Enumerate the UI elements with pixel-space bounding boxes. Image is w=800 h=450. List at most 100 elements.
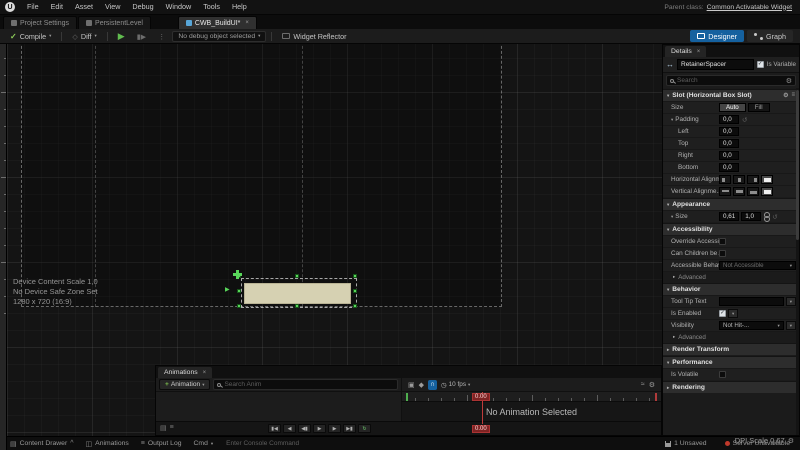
padding-input[interactable]: 0,0	[719, 115, 739, 124]
menu-file[interactable]: File	[21, 0, 45, 14]
widget-reflector-button[interactable]: Widget Reflector	[277, 31, 351, 42]
menu-edit[interactable]: Edit	[45, 0, 69, 14]
unreal-logo-icon[interactable]: U	[5, 2, 15, 12]
valign-bottom-button[interactable]	[747, 187, 759, 196]
halign-right-button[interactable]	[747, 175, 759, 184]
step-back-button[interactable]: ◀	[283, 424, 296, 433]
anchor-medallion[interactable]	[233, 270, 242, 279]
tooltip-text-input[interactable]	[719, 297, 784, 306]
section-appearance[interactable]: ▾ Appearance	[663, 198, 799, 210]
play-button[interactable]: ▶	[113, 31, 130, 42]
section-behavior[interactable]: ▾ Behavior	[663, 283, 799, 295]
halign-center-button[interactable]	[733, 175, 745, 184]
reset-icon[interactable]: ↺	[742, 116, 747, 124]
asset-tab-0[interactable]: Project Settings	[3, 16, 77, 29]
bind-dropdown-button[interactable]: ▾	[786, 321, 796, 330]
play-button[interactable]: ▶	[313, 424, 326, 433]
behavior-advanced-expander[interactable]: ▸ Advanced	[663, 331, 799, 342]
spacer-size-x-input[interactable]: 0,61	[719, 212, 739, 221]
add-animation-button[interactable]: + Animation ▾	[159, 379, 210, 390]
resize-handle-top-right[interactable]	[353, 274, 357, 278]
padding-right-input[interactable]: 0,0	[719, 151, 739, 160]
details-scrollbar[interactable]	[796, 88, 799, 435]
console-input-area[interactable]	[226, 440, 652, 447]
override-accessible-checkbox[interactable]	[719, 238, 726, 245]
debug-object-dropdown[interactable]: No debug object selected ▾	[172, 31, 266, 42]
go-to-end-button[interactable]: ▶▮	[343, 424, 356, 433]
tab-animations[interactable]: Animations ×	[158, 367, 212, 378]
resize-handle-bottom[interactable]	[295, 304, 299, 308]
cmd-dropdown[interactable]: Cmd ▾	[189, 438, 219, 450]
children-accessible-checkbox[interactable]	[719, 250, 726, 257]
section-menu-icon[interactable]: ≡	[791, 92, 795, 99]
play-options-button[interactable]: ⋮	[153, 31, 170, 42]
go-to-start-button[interactable]: ▮◀	[268, 424, 281, 433]
designer-mode-button[interactable]: Designer	[690, 30, 744, 42]
section-accessibility[interactable]: ▾ Accessibility	[663, 223, 799, 235]
menu-tools[interactable]: Tools	[197, 0, 226, 14]
compile-button[interactable]: ✓ Compile ▾	[5, 31, 56, 42]
frame-skip-button[interactable]: ▮▶	[132, 31, 151, 42]
menu-window[interactable]: Window	[160, 0, 198, 14]
reset-icon[interactable]: ↺	[772, 213, 777, 221]
filter-tracks-icon[interactable]: ≡	[170, 424, 174, 432]
padding-left-input[interactable]: 0,0	[719, 127, 739, 136]
snap-toggle-icon[interactable]: ∩	[428, 380, 437, 390]
resize-handle-top[interactable]	[295, 274, 299, 278]
bind-dropdown-button[interactable]: ▾	[786, 297, 796, 306]
playhead-time-badge-bottom[interactable]: 0.00	[472, 425, 490, 433]
menu-help[interactable]: Help	[226, 0, 253, 14]
graph-mode-button[interactable]: Graph	[747, 30, 793, 42]
accessibility-advanced-expander[interactable]: ▸ Advanced	[663, 271, 799, 282]
resize-handle-bottom-right[interactable]	[353, 304, 357, 308]
dpi-settings-gear-icon[interactable]: ⚙	[788, 437, 794, 445]
expander-arrow-icon[interactable]: ▾	[671, 214, 673, 220]
padding-bottom-input[interactable]: 0,0	[719, 163, 739, 172]
slot-settings-gear-icon[interactable]: ⚙	[783, 92, 788, 99]
section-slot[interactable]: ▾ Slot (Horizontal Box Slot) ⚙ ≡	[663, 89, 799, 101]
playback-range-start-marker[interactable]	[406, 393, 408, 401]
resize-handle-left[interactable]	[237, 289, 241, 293]
close-icon[interactable]: ×	[203, 370, 207, 376]
designer-canvas[interactable]: ▶ Zoom -2 Selection: 0,59 x 131 ⚑ None ▾…	[0, 0, 507, 321]
scrollbar-thumb[interactable]	[796, 90, 799, 240]
playhead-time-badge[interactable]: 0.00	[472, 393, 490, 401]
menu-debug[interactable]: Debug	[126, 0, 159, 14]
resize-handle-right[interactable]	[353, 289, 357, 293]
chevron-down-icon[interactable]: ▾	[49, 33, 51, 39]
menu-asset[interactable]: Asset	[69, 0, 99, 14]
asset-tab-2[interactable]: CWB_BuildUI*×	[178, 16, 257, 29]
section-render-transform[interactable]: ▸ Render Transform	[663, 343, 799, 355]
is-volatile-checkbox[interactable]	[719, 371, 726, 378]
padding-top-input[interactable]: 0,0	[719, 139, 739, 148]
animation-search[interactable]	[213, 379, 398, 390]
menu-view[interactable]: View	[99, 0, 126, 14]
sequencer-settings-gear-icon[interactable]: ⚙	[649, 381, 655, 389]
bind-dropdown-button[interactable]: ▾	[728, 309, 738, 318]
spacer-size-y-input[interactable]: 1,0	[741, 212, 761, 221]
diff-button[interactable]: ◇ Diff ▾	[67, 31, 101, 42]
details-search[interactable]: ⚙	[666, 75, 796, 86]
output-log-button[interactable]: ≡ Output Log	[136, 438, 187, 450]
timeline-track-area[interactable]: No Animation Selected	[401, 402, 661, 421]
step-forward-button[interactable]: ▶	[328, 424, 341, 433]
loop-button[interactable]: ↻	[358, 424, 371, 433]
valign-center-button[interactable]	[733, 187, 745, 196]
is-variable-checkbox[interactable]: ✓	[757, 61, 764, 68]
valign-fill-button[interactable]	[761, 187, 773, 196]
widget-name-field[interactable]	[677, 59, 754, 70]
filter-gear-icon[interactable]: ⚙	[786, 77, 792, 85]
close-icon[interactable]: ×	[245, 20, 249, 26]
animation-search-input[interactable]	[224, 381, 394, 388]
timeline-ruler[interactable]	[401, 392, 661, 402]
expand-tracks-icon[interactable]: ▤	[160, 424, 167, 432]
is-enabled-checkbox[interactable]: ✓	[719, 310, 726, 317]
section-performance[interactable]: ▾ Performance	[663, 356, 799, 368]
size-auto-button[interactable]: Auto	[719, 103, 746, 112]
tab-details[interactable]: Details ×	[665, 46, 706, 57]
chain-link-icon[interactable]	[763, 212, 769, 221]
asset-tab-1[interactable]: PersistentLevel	[78, 16, 151, 29]
close-icon[interactable]: ×	[697, 49, 701, 55]
details-search-input[interactable]	[677, 77, 783, 84]
section-rendering[interactable]: ▸ Rendering	[663, 381, 799, 393]
